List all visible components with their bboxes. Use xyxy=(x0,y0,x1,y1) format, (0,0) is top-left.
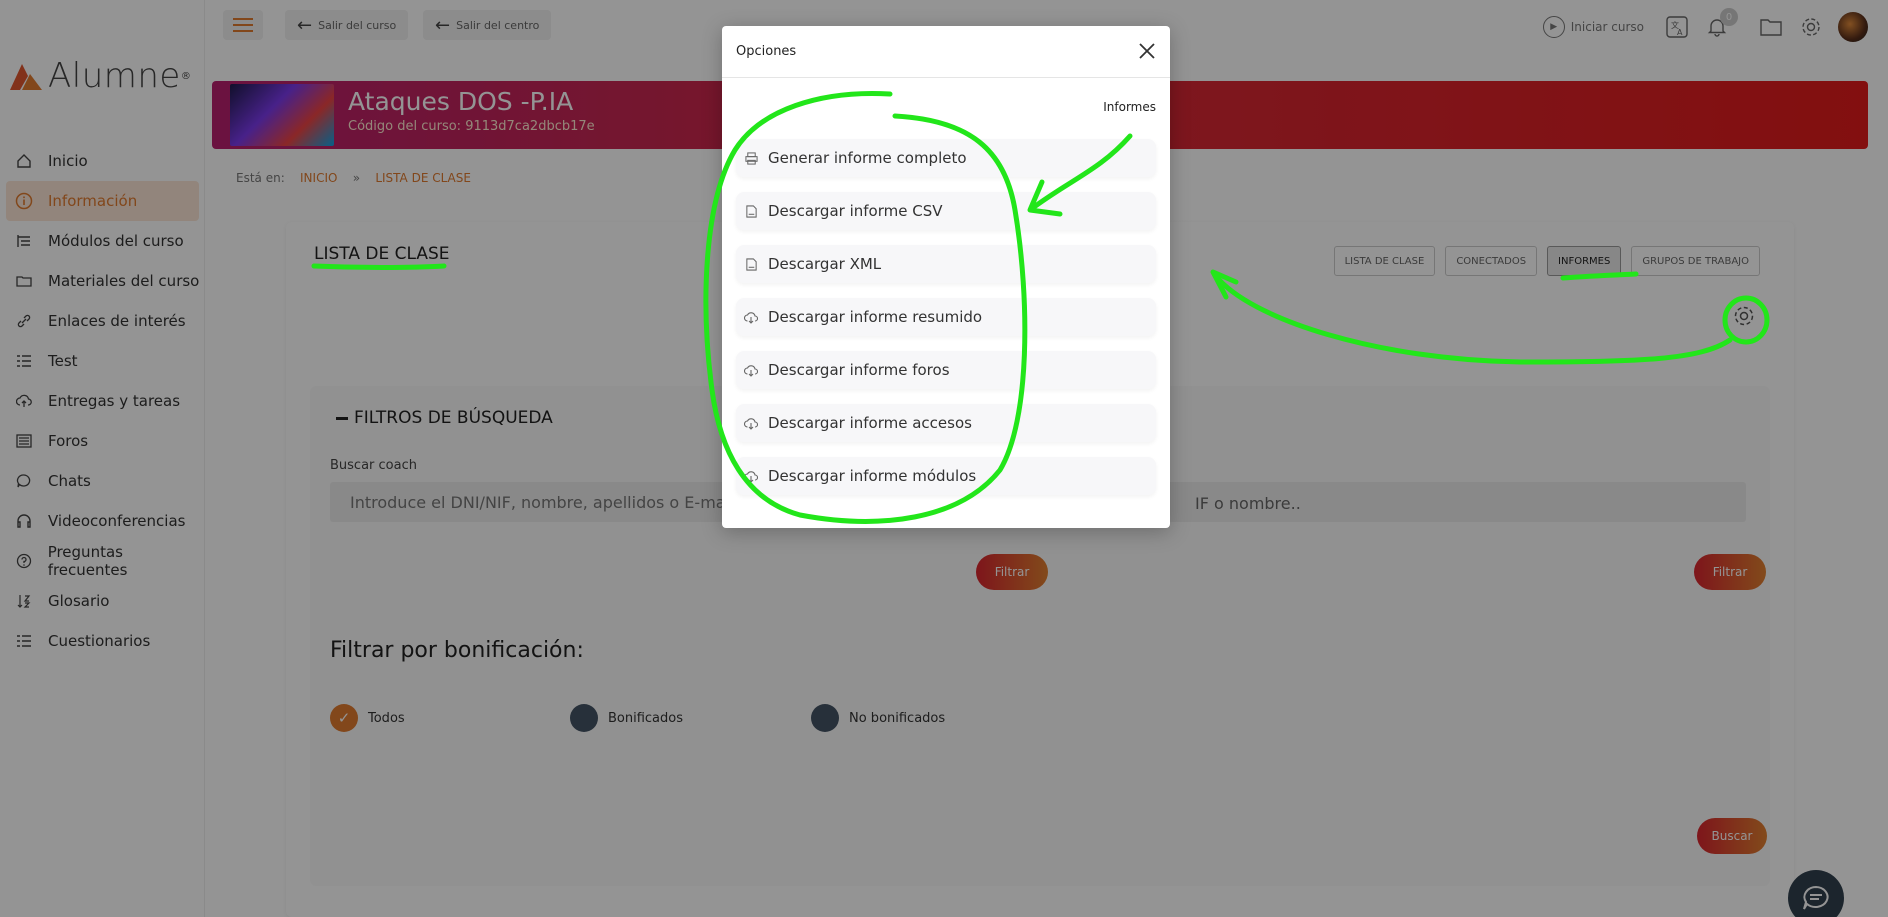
option-descargar-informe-csv[interactable]: Descargar informe CSV xyxy=(736,192,1156,230)
cloud-download-icon xyxy=(744,469,758,483)
modal-title: Opciones xyxy=(736,44,797,59)
modal-option-list: Generar informe completo Descargar infor… xyxy=(736,139,1156,510)
option-descargar-xml[interactable]: Descargar XML xyxy=(736,245,1156,283)
modal-section-title: Informes xyxy=(1103,100,1156,114)
option-generar-informe-completo[interactable]: Generar informe completo xyxy=(736,139,1156,177)
options-modal: Opciones Informes Generar informe comple… xyxy=(722,26,1170,528)
printer-icon xyxy=(744,151,758,165)
cloud-download-icon xyxy=(744,310,758,324)
option-descargar-informe-resumido[interactable]: Descargar informe resumido xyxy=(736,298,1156,336)
option-descargar-informe-modulos[interactable]: Descargar informe módulos xyxy=(736,457,1156,495)
option-label: Descargar informe CSV xyxy=(768,202,943,220)
cloud-download-icon xyxy=(744,416,758,430)
option-descargar-informe-foros[interactable]: Descargar informe foros xyxy=(736,351,1156,389)
option-descargar-informe-accesos[interactable]: Descargar informe accesos xyxy=(736,404,1156,442)
option-label: Descargar XML xyxy=(768,255,882,273)
option-label: Generar informe completo xyxy=(768,149,967,167)
file-icon xyxy=(744,257,758,271)
cloud-download-icon xyxy=(744,363,758,377)
modal-header: Opciones xyxy=(722,26,1170,78)
option-label: Descargar informe módulos xyxy=(768,467,977,485)
close-icon[interactable] xyxy=(1136,40,1158,62)
option-label: Descargar informe accesos xyxy=(768,414,972,432)
file-icon xyxy=(744,204,758,218)
option-label: Descargar informe foros xyxy=(768,361,950,379)
option-label: Descargar informe resumido xyxy=(768,308,983,326)
